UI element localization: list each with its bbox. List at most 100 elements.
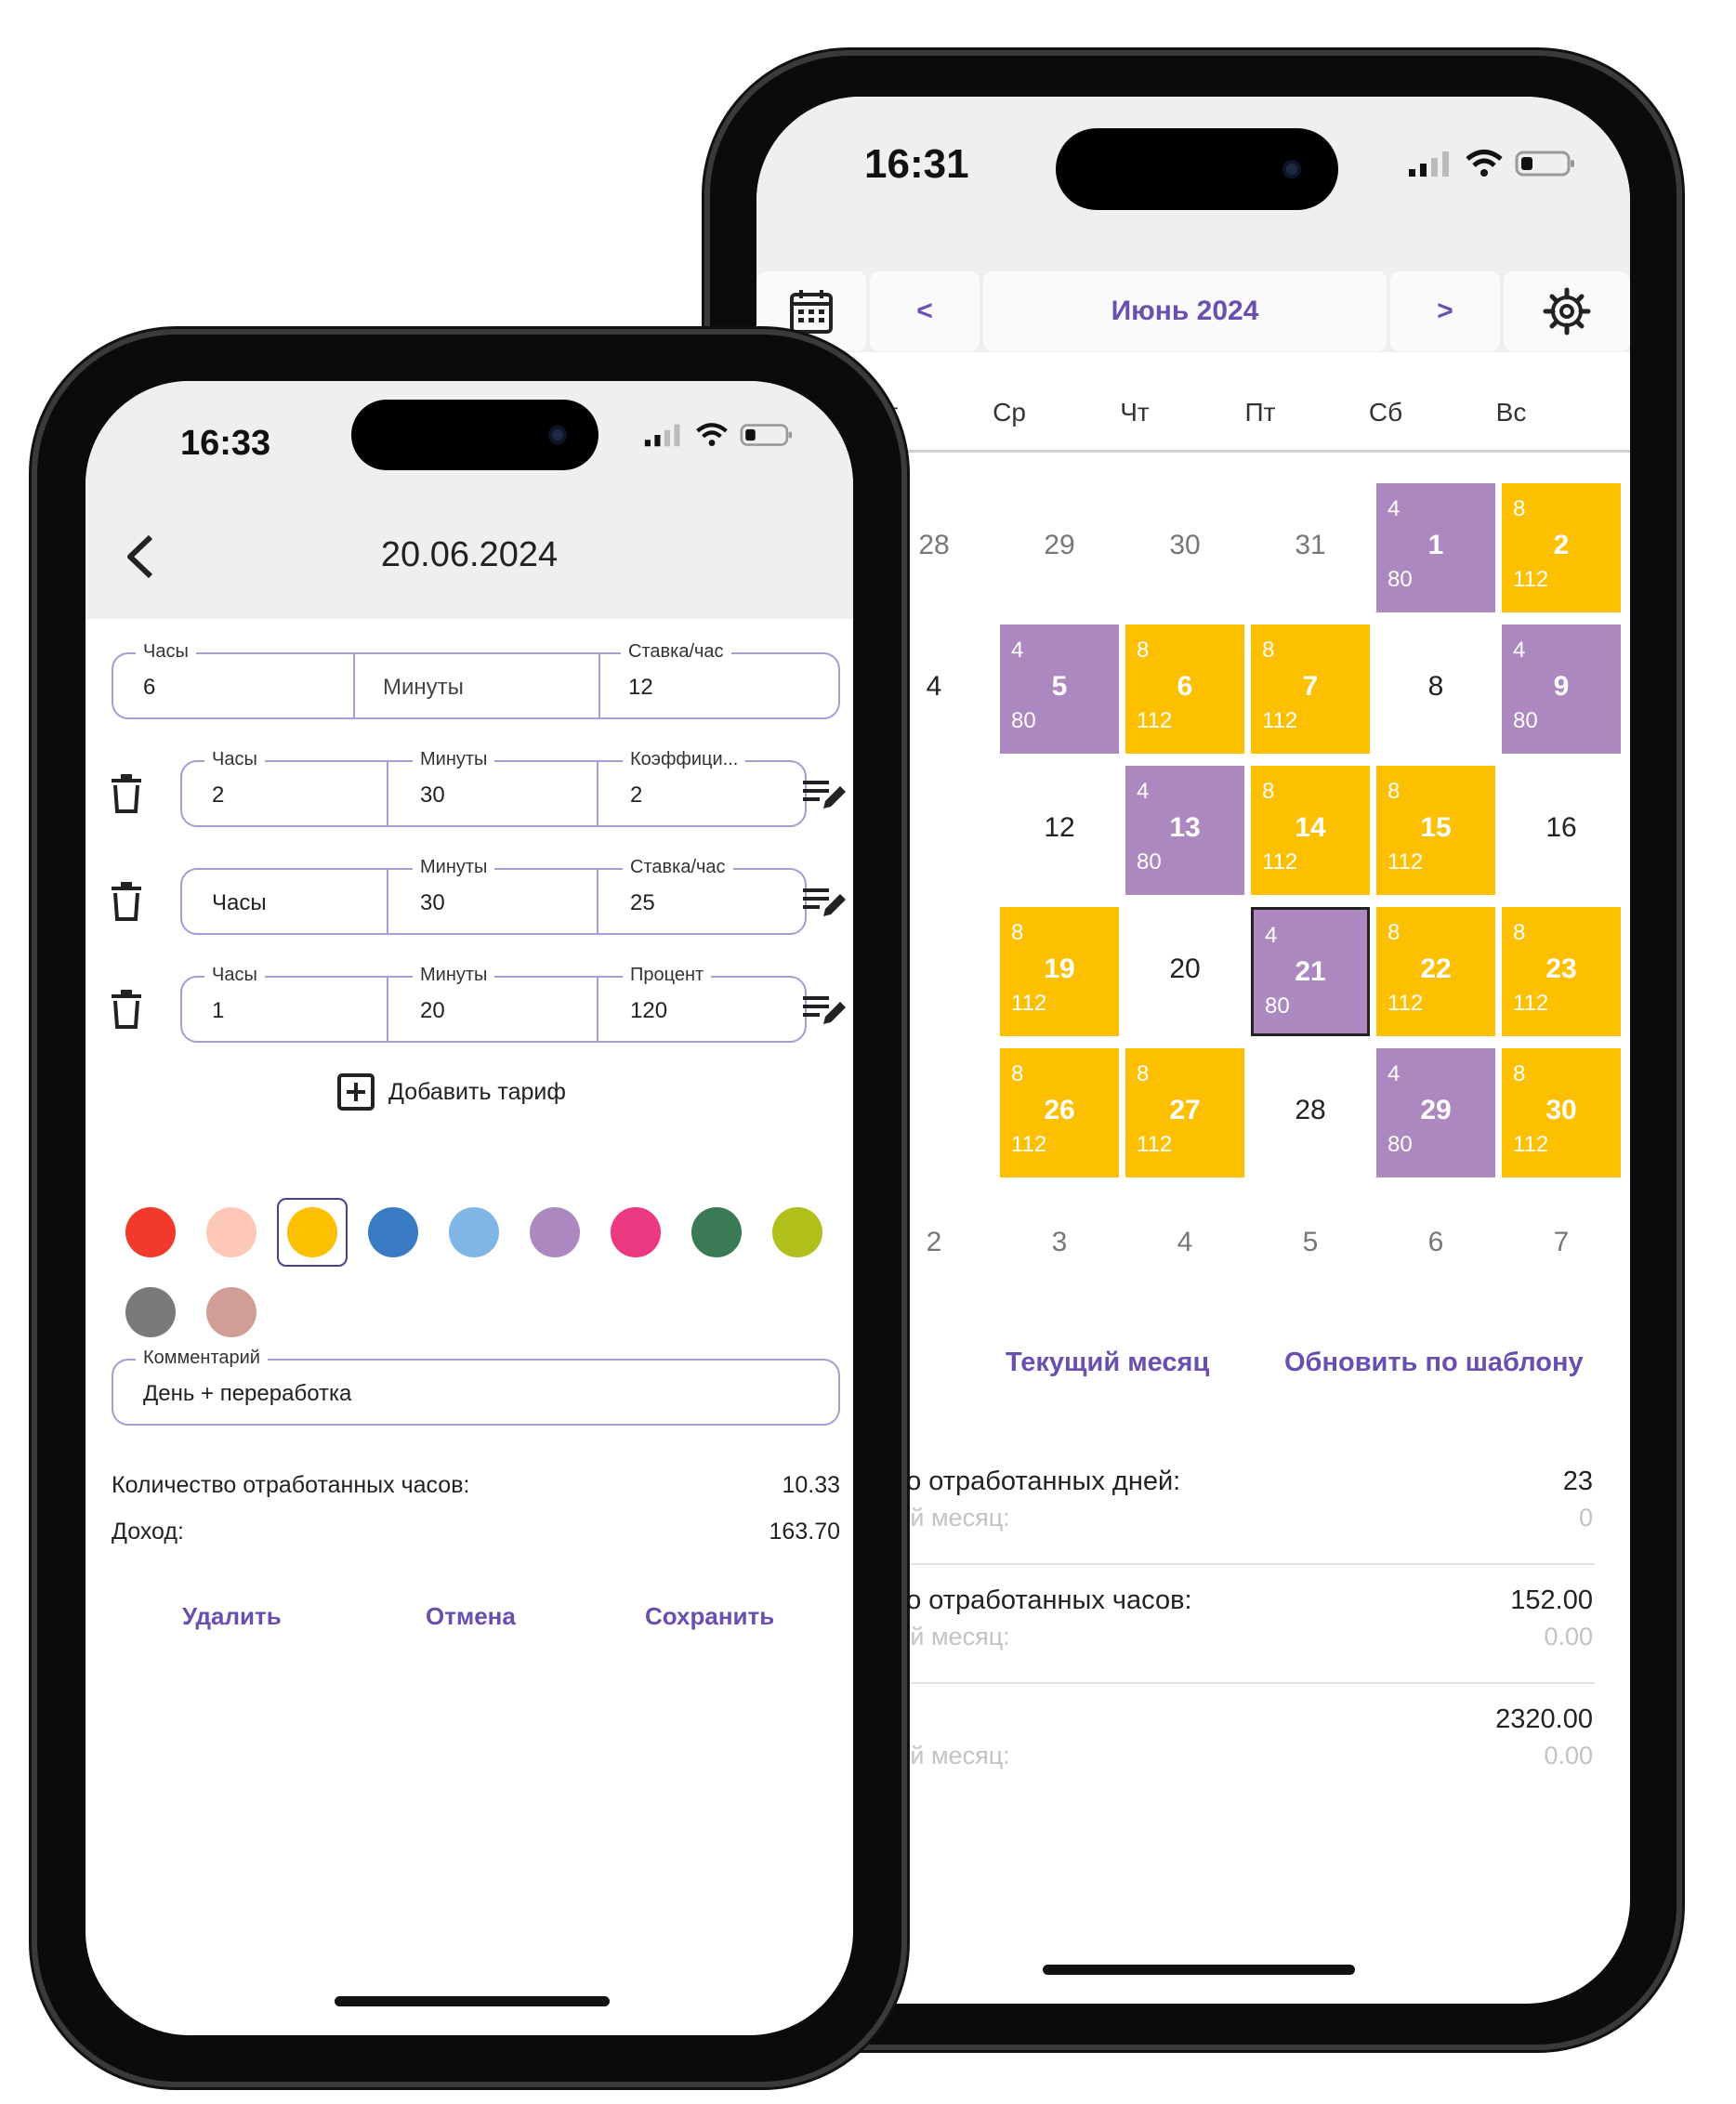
trash-icon [112,882,141,921]
stat-income-value: 2320.00 [1495,1704,1593,1734]
calendar-day[interactable]: 8 6 112 [1125,625,1244,754]
comment-input[interactable]: День + переработка [143,1381,351,1407]
wifi-icon [696,423,728,446]
calendar-day[interactable]: 3 [1000,1180,1119,1309]
calendar-day[interactable]: 4 5 80 [1000,625,1119,754]
tariff-f3-label: Коэффици... [623,749,746,770]
trash-icon [112,774,141,813]
update-by-template-button[interactable]: Обновить по шаблону [1284,1348,1584,1378]
delete-tariff-button[interactable] [108,989,149,1030]
add-tariff-button[interactable]: Добавить тариф [336,1072,566,1111]
cancel-button[interactable]: Отмена [426,1602,516,1631]
day-hours: 4 [1137,779,1150,804]
main-rate-group: Часы 6 Минуты Ставка/час 12 [112,641,840,719]
color-swatch[interactable] [530,1207,580,1257]
home-indicator[interactable] [335,1996,610,2006]
calendar-day[interactable]: 8 2 112 [1502,483,1621,612]
tariff-f2-input[interactable]: 20 [420,998,445,1024]
color-swatch[interactable] [449,1207,499,1257]
tariff-f2-input[interactable]: 30 [420,890,445,916]
comment-field[interactable]: Комментарий День + переработка [112,1348,840,1426]
day-hours: 8 [1137,1061,1150,1086]
calendar-day[interactable]: 8 15 112 [1376,766,1495,895]
color-swatch[interactable] [206,1287,256,1337]
edit-tariff-button[interactable] [801,881,846,922]
calendar-day[interactable]: 31 [1251,483,1370,612]
day-number: 8 [1427,671,1444,702]
calendar-day[interactable]: 8 [1376,625,1495,754]
delete-tariff-button[interactable] [108,773,149,814]
next-month-button[interactable]: > [1390,271,1500,351]
color-swatch[interactable] [287,1207,337,1257]
calendar-day[interactable]: 7 [1502,1180,1621,1309]
calendar-day[interactable]: 20 [1125,907,1244,1036]
color-swatch[interactable] [691,1207,742,1257]
settings-button[interactable] [1504,271,1630,351]
calendar-day[interactable]: 4 21 80 [1251,907,1370,1036]
hours-input[interactable]: 6 [143,675,155,701]
edit-tariff-button[interactable] [801,989,846,1030]
tariff-f3-input[interactable]: 2 [630,782,642,809]
tariff-f1-input[interactable]: 1 [212,998,224,1024]
home-indicator[interactable] [1043,1965,1355,1975]
day-number: 4 [1177,1227,1193,1257]
calendar-day[interactable]: 4 9 80 [1502,625,1621,754]
calendar-day[interactable]: 29 [1000,483,1119,612]
color-swatch[interactable] [368,1207,418,1257]
calendar-day[interactable]: 4 1 80 [1376,483,1495,612]
edit-tariff-button[interactable] [801,773,846,814]
wifi-icon [1466,150,1503,177]
page-title: 20.06.2024 [380,535,559,574]
calendar-day[interactable]: 8 19 112 [1000,907,1119,1036]
delete-button[interactable]: Удалить [182,1602,282,1631]
calendar-day[interactable]: 30 [1125,483,1244,612]
calendar-day[interactable]: 28 [1251,1048,1370,1177]
worked-hours-label: Количество отработанных часов: [112,1472,470,1498]
calendar-day[interactable]: 4 13 80 [1125,766,1244,895]
day-number: 13 [1169,812,1201,843]
tariff-f3-input[interactable]: 120 [630,998,667,1024]
calendar-day[interactable]: 4 29 80 [1376,1048,1495,1177]
day-income: 80 [1387,567,1413,592]
tariff-f1-input[interactable]: Часы [212,890,267,916]
color-swatch[interactable] [772,1207,822,1257]
save-button[interactable]: Сохранить [645,1602,774,1631]
calendar-day[interactable]: 8 7 112 [1251,625,1370,754]
delete-tariff-button[interactable] [108,881,149,922]
edit-phone: 16:33 20.06.2024 Часы 6 Минуты Ставка/ча… [37,335,901,2082]
battery-icon [1515,151,1574,177]
calendar-day[interactable]: 8 26 112 [1000,1048,1119,1177]
calendar-day[interactable]: 5 [1251,1180,1370,1309]
color-swatch[interactable] [125,1287,176,1337]
calendar-day[interactable]: 4 [1125,1180,1244,1309]
day-number: 14 [1295,812,1326,843]
calendar-day[interactable]: 8 23 112 [1502,907,1621,1036]
day-number: 23 [1545,953,1577,984]
edit-note-icon [803,781,846,809]
calendar-day[interactable]: 8 14 112 [1251,766,1370,895]
day-hours: 8 [1262,779,1275,804]
calendar-day[interactable]: 8 30 112 [1502,1048,1621,1177]
color-swatch[interactable] [611,1207,661,1257]
calendar-day[interactable]: 16 [1502,766,1621,895]
day-hours: 4 [1387,1061,1401,1086]
day-number: 19 [1044,953,1075,984]
stat-days-label: во отработанных дней: [892,1466,1181,1496]
prev-month-button[interactable]: < [870,271,980,351]
tariff-f3-input[interactable]: 25 [630,890,655,916]
tariff-f2-input[interactable]: 30 [420,782,445,809]
tariff-f1-input[interactable]: 2 [212,782,224,809]
gear-icon [1543,287,1591,335]
day-number: 29 [1044,530,1075,560]
calendar-day[interactable]: 6 [1376,1180,1495,1309]
current-month-button[interactable]: Текущий месяц [1006,1348,1209,1378]
calendar-day[interactable]: 12 [1000,766,1119,895]
color-swatch[interactable] [125,1207,176,1257]
calendar-day[interactable]: 8 22 112 [1376,907,1495,1036]
color-swatch[interactable] [206,1207,256,1257]
minutes-input[interactable]: Минуты [383,675,464,701]
tariff-row: Часы Минуты 30 Ставка/час 25 [180,857,807,935]
calendar-day[interactable]: 8 27 112 [1125,1048,1244,1177]
rate-input[interactable]: 12 [628,675,653,701]
day-income: 112 [1011,991,1047,1016]
